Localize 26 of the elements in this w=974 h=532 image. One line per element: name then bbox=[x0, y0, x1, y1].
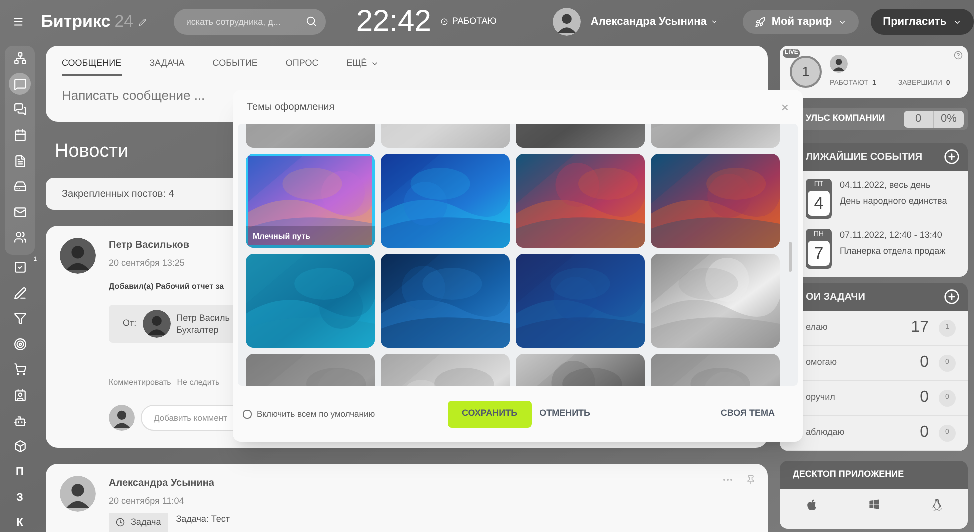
task-count: 0 bbox=[920, 423, 929, 443]
feed-title: Новости bbox=[55, 140, 130, 164]
post-date: 20 сентября 11:04 bbox=[109, 495, 186, 508]
from-label: От: bbox=[123, 316, 137, 330]
pulse-percent: 0% bbox=[940, 112, 958, 126]
day-number: 4 bbox=[808, 191, 830, 216]
checkbox-label: Включить всем по умолчанию bbox=[257, 408, 376, 420]
dialog-title: Темы оформления bbox=[247, 100, 335, 114]
task-tag: Задача bbox=[109, 512, 168, 532]
widget-title: ДЕСКТОП ПРИЛОЖЕНИЕ bbox=[793, 468, 904, 482]
pulse-value: 0 bbox=[904, 110, 934, 128]
theme-name: Млечный путь bbox=[253, 231, 311, 243]
task-count: 0 bbox=[920, 353, 929, 373]
logo-text: Битрикс bbox=[41, 11, 111, 34]
task-count: 17 bbox=[911, 318, 929, 338]
task-count: 0 bbox=[920, 388, 929, 408]
event-time: 04.11.2022, весь день bbox=[840, 179, 932, 192]
post-text: Добавил(а) Рабочий отчет за bbox=[109, 280, 226, 292]
event-time: 07.11.2022, 12:40 - 13:40 bbox=[840, 229, 944, 242]
day-number: 7 bbox=[808, 241, 830, 266]
widget-title: ЛИЖАЙШИЕ СОБЫТИЯ bbox=[806, 150, 923, 164]
online-counter: 1 bbox=[790, 56, 822, 88]
clock-time: 22:42 bbox=[356, 7, 432, 37]
post-date: 20 сентября 13:25 bbox=[109, 257, 186, 270]
sender-role: Бухгалтер bbox=[176, 324, 220, 336]
widget-title: ОИ ЗАДАЧИ bbox=[806, 290, 866, 304]
